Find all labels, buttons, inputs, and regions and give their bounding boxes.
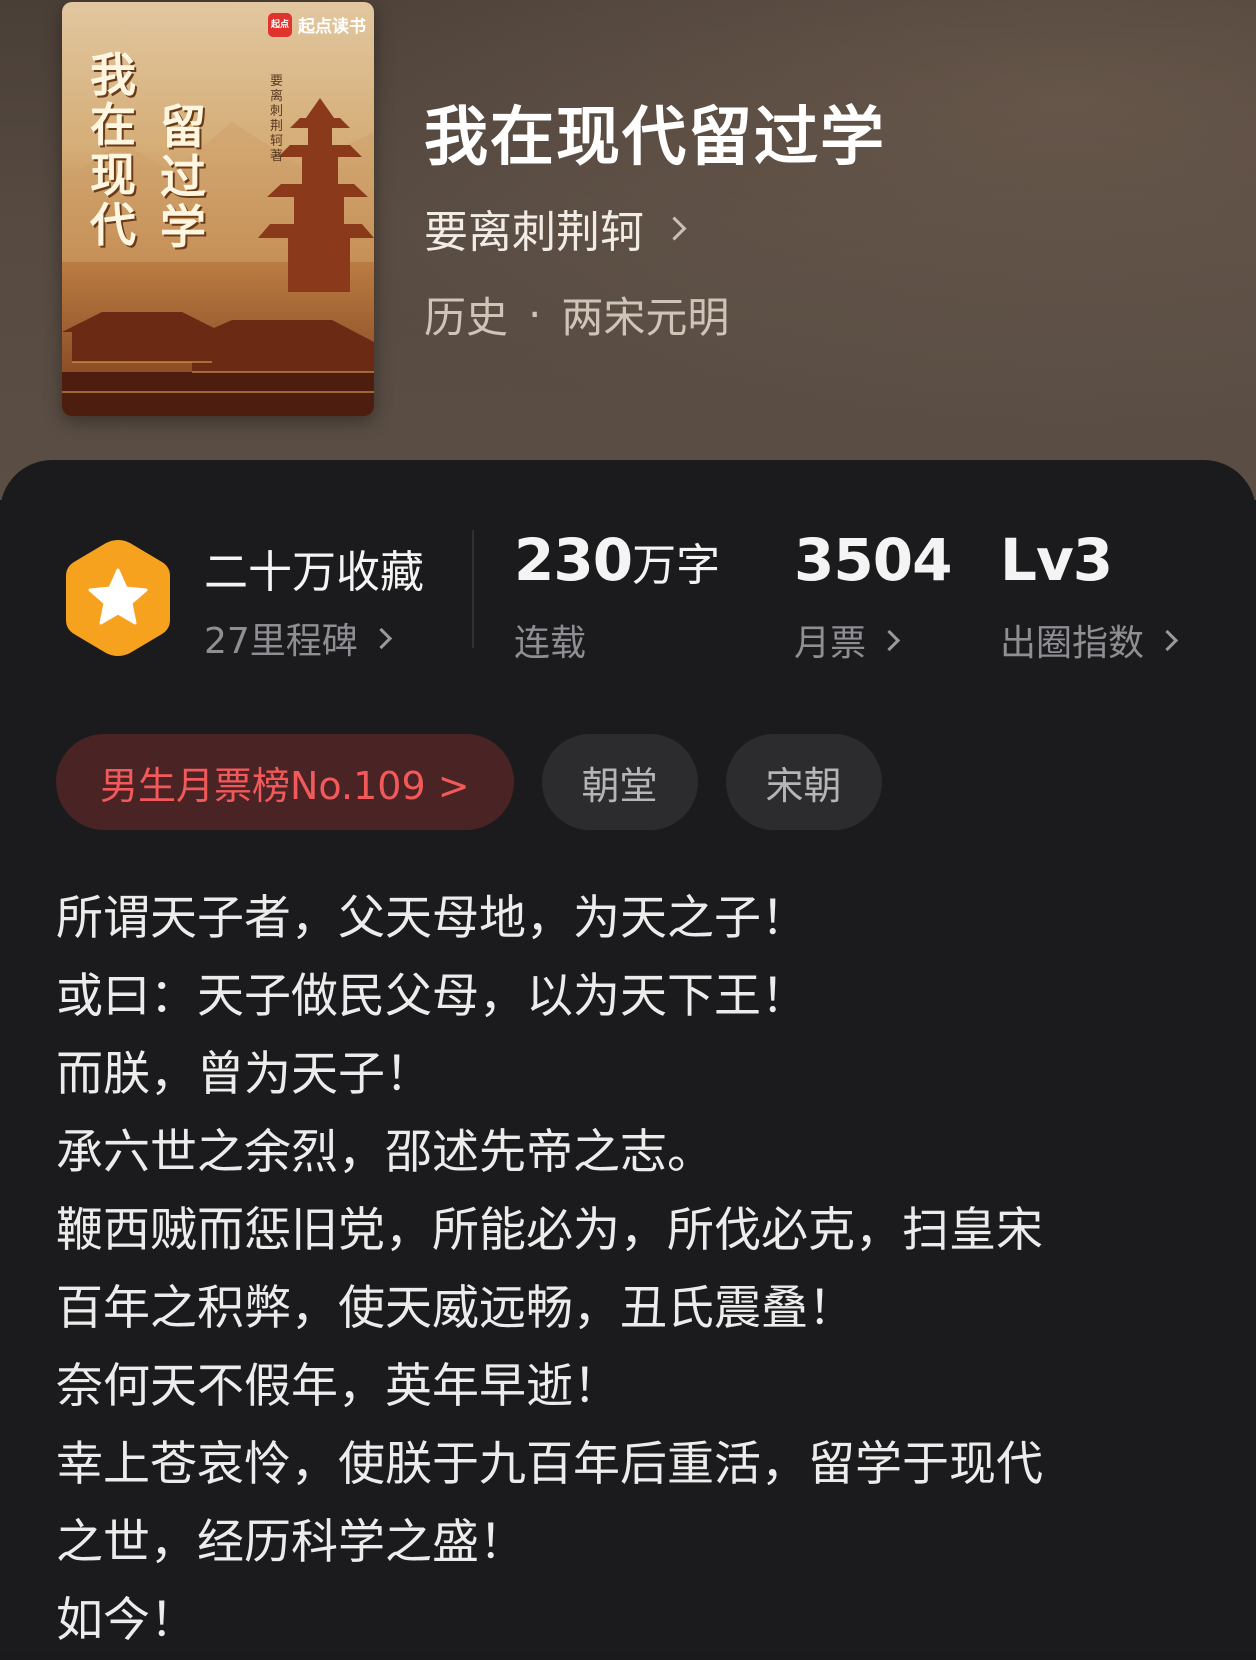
separator-dot: · (528, 290, 542, 339)
word-count-unit: 万字 (632, 540, 721, 591)
intro-line: 奈何天不假年，英年早逝！ (56, 1359, 620, 1414)
book-cover[interactable]: 起点 起点读书 我在现代 留过学 要离刺荆轲著 (62, 2, 374, 416)
intro-line: 鞭西贼而惩旧党，所能必为，所伐必克，扫皇宋 (56, 1203, 1043, 1258)
intro-line: 或曰：天子做民父母，以为天下王！ (56, 969, 808, 1024)
intro-line: 承六世之余烈，邵述先帝之志。 (56, 1125, 714, 1180)
monthly-votes-link[interactable]: 月票 (794, 614, 901, 666)
intro-line: 百年之积弊，使天威远畅，丑氏震叠！ (56, 1281, 855, 1336)
milestone-link[interactable]: 27里程碑 (204, 612, 392, 664)
intro-line: 而朕，曾为天子！ (56, 1047, 432, 1102)
subgenre[interactable]: 两宋元明 (561, 284, 729, 345)
intro-line: 幸上苍哀怜，使朕于九百年后重活，留学于现代 (56, 1437, 1043, 1492)
genre-row: 历史 · 两宋元明 (424, 284, 729, 345)
chevron-right-icon (878, 629, 901, 651)
qidian-logo-icon: 起点 (268, 12, 292, 37)
tag-chaotang[interactable]: 朝堂 (541, 734, 698, 830)
chevron-right-icon (1156, 629, 1179, 651)
chevron-right-icon (662, 215, 687, 241)
popularity-level: Lv3 (1000, 526, 1113, 594)
word-count-number: 230 (514, 526, 633, 594)
word-count: 230万字 (514, 526, 720, 594)
stats-divider (472, 530, 474, 648)
intro-line: 如今！ (56, 1593, 197, 1648)
book-header: 起点 起点读书 我在现代 留过学 要离刺荆轲著 我在现代留过学 要离刺荆轲 历史… (0, 0, 1256, 500)
level-value: Lv3 (1000, 526, 1113, 594)
author-name: 要离刺荆轲 (424, 207, 644, 258)
cover-title-col2: 留过学 (160, 100, 206, 254)
rank-tag-button[interactable]: 男生月票榜No.109 > (56, 734, 514, 830)
status-label: 连载 (514, 614, 586, 666)
collection-star-badge-icon[interactable] (62, 536, 174, 660)
book-title: 我在现代留过学 (424, 100, 886, 175)
monthly-votes: 3504 (794, 526, 952, 594)
monthly-votes-label: 月票 (794, 623, 867, 664)
tag-row: 男生月票榜No.109 > 朝堂 宋朝 (56, 734, 882, 830)
serial-status: 连载 (514, 623, 587, 664)
collection-count: 二十万收藏 (204, 547, 424, 598)
genre[interactable]: 历史 (424, 284, 508, 345)
intro-line: 之世，经历科学之盛！ (56, 1515, 526, 1570)
milestone-label: 27里程碑 (204, 621, 358, 662)
popularity-index-link[interactable]: 出圈指数 (1000, 614, 1179, 666)
popularity-index-label: 出圈指数 (1000, 623, 1145, 664)
cover-author: 要离刺荆轲著 (270, 74, 284, 164)
tag-songchao[interactable]: 宋朝 (725, 734, 882, 830)
qidian-brand: 起点 起点读书 (268, 12, 366, 37)
chevron-right-icon (370, 627, 392, 649)
author-link[interactable]: 要离刺荆轲 (424, 196, 687, 260)
intro-line: 所谓天子者，父天母地，为天之子！ (56, 891, 808, 946)
monthly-votes-number: 3504 (794, 526, 952, 594)
brand-name: 起点读书 (298, 17, 366, 37)
book-intro[interactable]: 所谓天子者，父天母地，为天之子！ 或曰：天子做民父母，以为天下王！ 而朕，曾为天… (56, 880, 1196, 1660)
cover-title-col1: 我在现代 (90, 48, 136, 252)
